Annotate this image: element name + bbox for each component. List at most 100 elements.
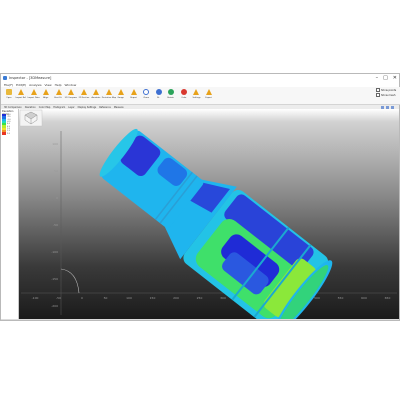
tool-label: 2D Section (78, 96, 89, 99)
warning-icon (43, 89, 49, 95)
tool-button[interactable]: Align (41, 87, 52, 99)
option-label: Show points (381, 88, 397, 92)
y-tick-label: 50 (54, 169, 58, 173)
tool-button[interactable]: Import Ref (16, 87, 27, 99)
tool-label: Zoom (143, 96, 149, 99)
warning-icon (118, 89, 124, 95)
tool-button[interactable]: 2D Section (78, 87, 89, 99)
tool-button[interactable]: Best Fit (53, 87, 64, 99)
minimize-button[interactable]: – (376, 75, 379, 81)
ribbon-options: Show points Show mesh (376, 88, 398, 98)
x-axis-ticks: -100-50050100150200250300350400450500550… (32, 296, 391, 300)
legend-panel: Deviation (mm) -2.0-1.5-1.0-0.50.00.51.0… (1, 109, 19, 319)
warning-icon (30, 89, 37, 95)
tool-label: Export (205, 96, 212, 99)
tool-button[interactable]: 3D Compare (64, 87, 78, 99)
orientation-icon[interactable] (19, 109, 43, 127)
3d-viewport[interactable]: -100-50050100150200250300350400450500550… (19, 109, 399, 319)
title-bar: Inspector - [3DMeasure] – □ ✕ (1, 74, 399, 82)
legend-row: 2.0 (2, 132, 17, 135)
tool-label: Fit (157, 96, 160, 99)
tool-label: Align (43, 96, 49, 99)
tool-label: Annotate (91, 96, 101, 99)
tool-label: 3D Compare (64, 96, 78, 99)
window-title: Inspector - [3DMeasure] (9, 76, 52, 80)
maximize-button[interactable]: □ (383, 75, 388, 81)
warning-icon (80, 89, 87, 95)
tool-button[interactable]: Deviation Map (101, 87, 116, 99)
folder-icon (5, 89, 12, 95)
x-tick-label: 300 (220, 296, 226, 300)
y-tick-label: -100 (51, 250, 58, 254)
sphere-icon (168, 89, 174, 95)
y-tick-label: 100 (52, 142, 58, 146)
legend-value: 2.0 (7, 132, 10, 135)
status-bar (1, 319, 399, 320)
tool-label: Open (5, 96, 12, 99)
warning-icon (55, 89, 62, 95)
axis-arc (60, 268, 80, 294)
x-tick-label: 250 (197, 296, 203, 300)
ribbon-toolbar: Show points Show mesh Open Import Ref Impo… (1, 87, 400, 105)
deviation-model[interactable] (86, 113, 339, 319)
x-tick-label: 550 (338, 296, 344, 300)
x-tick-label: -50 (56, 296, 61, 300)
warning-icon (93, 89, 99, 95)
warning-icon (205, 89, 212, 95)
warning-icon (18, 89, 24, 95)
tool-label: Gauge (117, 96, 125, 99)
warning-icon (68, 89, 74, 95)
tool-button[interactable]: Zoom (141, 87, 152, 99)
y-tick-label: -150 (51, 277, 58, 281)
y-tick-label: -200 (51, 304, 58, 308)
x-tick-label: 0 (81, 296, 83, 300)
tool-button[interactable]: Fit (153, 87, 164, 99)
x-tick-label: 650 (385, 296, 391, 300)
tool-label: Settings (191, 96, 201, 99)
tool-button[interactable]: Rotate (166, 87, 177, 99)
tool-button[interactable]: Import Data (28, 87, 39, 99)
circle-icon (180, 89, 187, 95)
tool-button[interactable]: Color (178, 87, 189, 99)
tool-label: Color (180, 96, 187, 99)
y-axis-ticks: 100 50 0 -50 -100 -150 -200 (51, 142, 58, 308)
warning-icon (130, 89, 137, 95)
menu-analysis[interactable]: Analysis (29, 83, 41, 87)
y-tick-label: 0 (56, 196, 58, 200)
menu-window[interactable]: Window (64, 83, 76, 87)
tool-button[interactable]: Export (203, 87, 214, 99)
warning-icon (105, 89, 112, 95)
color-legend: -2.0 -1.5 -1.0 -0.5 0.0 0.5 1.0 1.5 2.0 (2, 114, 17, 135)
warning-icon (193, 89, 199, 95)
menu-edit[interactable]: Edit(E) (16, 83, 26, 87)
tool-button[interactable]: Gauge (116, 87, 127, 99)
x-tick-label: 150 (150, 296, 156, 300)
close-button[interactable]: ✕ (393, 75, 397, 81)
x-tick-label: -100 (32, 296, 39, 300)
menu-view[interactable]: View (45, 83, 52, 87)
y-tick-label: -50 (53, 223, 58, 227)
tool-label: Import Ref (15, 96, 27, 99)
legend-swatch (2, 132, 6, 135)
tool-button[interactable]: Report (128, 87, 139, 99)
option-show-mesh[interactable]: Show mesh (376, 93, 398, 97)
x-tick-label: 50 (104, 296, 108, 300)
tool-label: Rotate (167, 96, 175, 99)
x-tick-label: 500 (314, 296, 320, 300)
tool-label: Import Data (27, 96, 40, 99)
app-window: Inspector - [3DMeasure] – □ ✕ File(F) Ed… (0, 73, 400, 321)
tool-button[interactable]: Open (3, 87, 14, 99)
menu-help[interactable]: Help (55, 83, 62, 87)
x-tick-label: 600 (361, 296, 367, 300)
tool-label: Deviation Map (101, 96, 116, 99)
tool-button[interactable]: Annotate (91, 87, 102, 99)
option-label: Show mesh (381, 93, 396, 97)
tool-label: Best Fit (54, 96, 63, 99)
x-tick-label: 100 (126, 296, 132, 300)
viewport-canvas[interactable]: -100-50050100150200250300350400450500550… (19, 109, 399, 319)
tool-label: Report (130, 96, 137, 99)
tool-button[interactable]: Settings (191, 87, 202, 99)
option-show-points[interactable]: Show points (376, 88, 398, 92)
menu-file[interactable]: File(F) (4, 83, 13, 87)
globe-icon (155, 89, 162, 95)
